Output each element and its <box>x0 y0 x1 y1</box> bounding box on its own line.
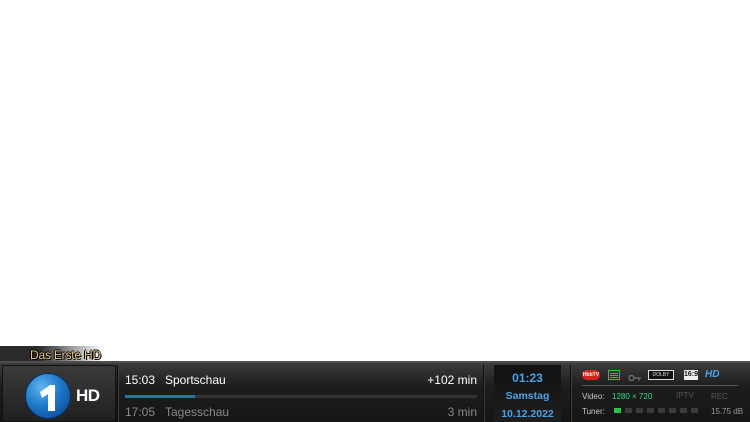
divider <box>117 365 119 422</box>
next-start-time: 17:05 <box>125 405 156 419</box>
infobar: HD 15:03 Sportschau +102 min 17:05 Tages… <box>0 361 750 422</box>
now-start-time: 15:03 <box>125 373 156 387</box>
channel-logo-hd: HD <box>76 386 100 405</box>
channel-logo-panel: HD <box>2 365 116 422</box>
dolby-digital-icon: DOLBY <box>648 370 674 380</box>
tuner-slot <box>669 408 676 413</box>
signal-strength: 15.75 dB <box>711 407 744 416</box>
now-remaining-time: +102 min <box>427 373 477 387</box>
status-icons-row: HbbTV DOLBY 16:9 HD <box>582 370 742 382</box>
clock-day: Samstag <box>505 390 550 402</box>
key-icon <box>628 370 642 382</box>
aspect-16-9-icon: 16:9 <box>684 370 699 380</box>
tuner-slot <box>691 408 698 413</box>
channel-name: Das Erste HD <box>30 348 101 362</box>
subtitle-icon <box>608 370 620 380</box>
tuner-slot <box>658 408 665 413</box>
tuner-slot <box>636 408 643 413</box>
rec-indicator: REC <box>711 392 728 401</box>
tuner-slot <box>647 408 654 413</box>
iptv-indicator: IPTV <box>676 391 694 400</box>
signal-info-panel: HbbTV DOLBY 16:9 HD Video: 1280 × 720 IP… <box>576 365 746 422</box>
clock-time: 01:23 <box>512 371 543 385</box>
next-program-title: Tagesschau <box>165 405 230 419</box>
hd-icon: HD <box>705 369 720 380</box>
tuner-slot <box>614 408 621 413</box>
tuner-slot <box>680 408 687 413</box>
clock-panel: 01:23 Samstag 10.12.2022 <box>494 365 561 422</box>
hbbtv-icon: HbbTV <box>582 370 600 380</box>
video-resolution: 1280 × 720 <box>612 392 653 401</box>
video-label: Video: <box>582 392 605 401</box>
clock-date: 10.12.2022 <box>501 408 554 420</box>
epg-panel: 15:03 Sportschau +102 min 17:05 Tagessch… <box>120 365 482 422</box>
screen: Das Erste HD HD 15:03 Sportschau +102 mi… <box>0 0 750 422</box>
tuner-indicator <box>614 408 706 414</box>
divider <box>483 365 485 422</box>
now-program-title: Sportschau <box>165 373 226 387</box>
info-divider <box>582 385 738 386</box>
divider <box>570 365 572 422</box>
tuner-slot <box>625 408 632 413</box>
program-progress-bar <box>125 395 477 398</box>
next-duration: 3 min <box>447 405 477 419</box>
channel-logo-icon <box>25 373 71 419</box>
program-progress-fill <box>125 395 196 398</box>
tuner-label: Tuner: <box>582 407 605 416</box>
